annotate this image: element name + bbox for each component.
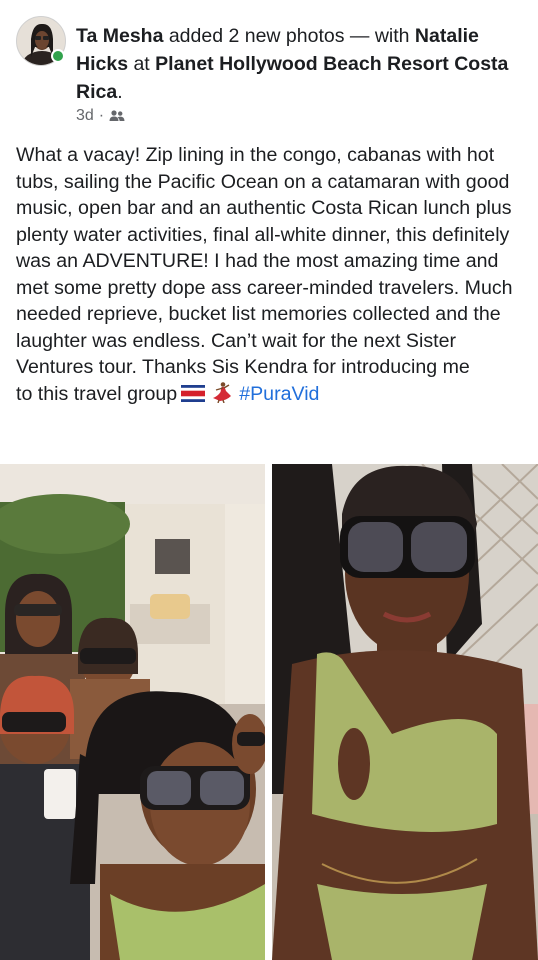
post-body-tail: to this travel group xyxy=(16,382,178,405)
post-body-last-line: to this travel group #PuraVid xyxy=(16,381,319,405)
author-name[interactable]: Ta Mesha xyxy=(76,25,163,47)
title-period: . xyxy=(117,81,123,103)
post-time[interactable]: 3d xyxy=(76,107,94,125)
costa-rica-flag-icon xyxy=(181,384,206,402)
friends-icon[interactable] xyxy=(109,109,125,123)
pool-selfie-photo[interactable] xyxy=(272,464,538,960)
post-meta: 3d · xyxy=(76,107,125,125)
at-text: at xyxy=(128,53,156,75)
post-body-text: What a vacay! Zip lining in the congo, c… xyxy=(16,144,513,378)
post-header: Ta Mesha added 2 new photos — with Natal… xyxy=(0,0,538,135)
meta-separator: · xyxy=(98,107,105,124)
group-selfie-photo[interactable] xyxy=(0,464,265,960)
action-text: added 2 new photos — with xyxy=(163,25,415,47)
post-title: Ta Mesha added 2 new photos — with Natal… xyxy=(76,22,516,106)
post-body: What a vacay! Zip lining in the congo, c… xyxy=(16,142,524,407)
dancer-icon xyxy=(213,381,232,403)
hashtag-link[interactable]: #PuraVid xyxy=(239,383,319,405)
online-status-indicator xyxy=(51,49,65,63)
author-avatar[interactable] xyxy=(16,16,66,66)
photo-grid xyxy=(0,464,538,960)
